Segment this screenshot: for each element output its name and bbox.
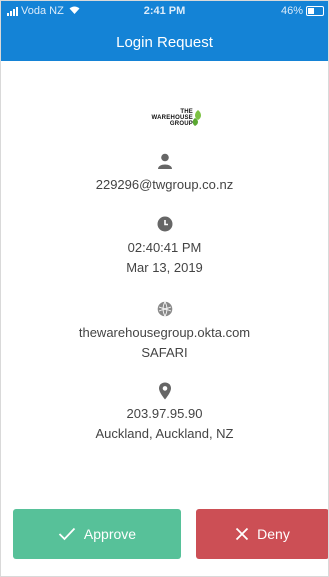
check-icon	[58, 527, 76, 541]
logo-wordmark: THE WAREHOUSE GROUP	[151, 107, 193, 127]
globe-icon	[1, 301, 328, 319]
app-domain: thewarehousegroup.okta.com	[78, 325, 251, 340]
battery-percent: 46%	[280, 5, 303, 17]
battery-icon	[306, 6, 324, 16]
status-time: 2:41 PM	[143, 5, 186, 17]
deny-label: Deny	[257, 526, 290, 542]
time-section: 02:40:41 PM Mar 13, 2019	[1, 216, 328, 278]
header-bar: Voda NZ 2:41 PM 46% Login Request	[1, 1, 328, 61]
location-section: 203.97.95.90 Auckland, Auckland, NZ	[1, 382, 328, 444]
user-email: 229296@twgroup.co.nz	[95, 177, 234, 192]
user-icon	[1, 153, 328, 171]
company-logo: THE WAREHOUSE GROUP	[138, 105, 222, 131]
approve-label: Approve	[83, 526, 137, 542]
page-title: Login Request	[116, 34, 213, 51]
request-date: Mar 13, 2019	[126, 260, 203, 275]
browser-name: SAFARI	[141, 345, 188, 360]
battery-indicator: 46%	[281, 5, 324, 17]
ip-address: 203.97.95.90	[126, 406, 203, 421]
location-pin-icon	[1, 382, 328, 400]
user-section: 229296@twgroup.co.nz	[1, 153, 328, 195]
app-frame: Voda NZ 2:41 PM 46% Login Request THE WA…	[0, 0, 329, 577]
deny-button[interactable]: Deny	[196, 509, 328, 559]
request-time: 02:40:41 PM	[127, 240, 202, 255]
approve-button[interactable]: Approve	[13, 509, 181, 559]
location-text: Auckland, Auckland, NZ	[95, 426, 234, 441]
app-section: thewarehousegroup.okta.com SAFARI	[1, 301, 328, 363]
close-icon	[236, 527, 249, 541]
status-bar: Voda NZ 2:41 PM 46%	[1, 1, 328, 23]
clock-icon	[1, 216, 328, 234]
